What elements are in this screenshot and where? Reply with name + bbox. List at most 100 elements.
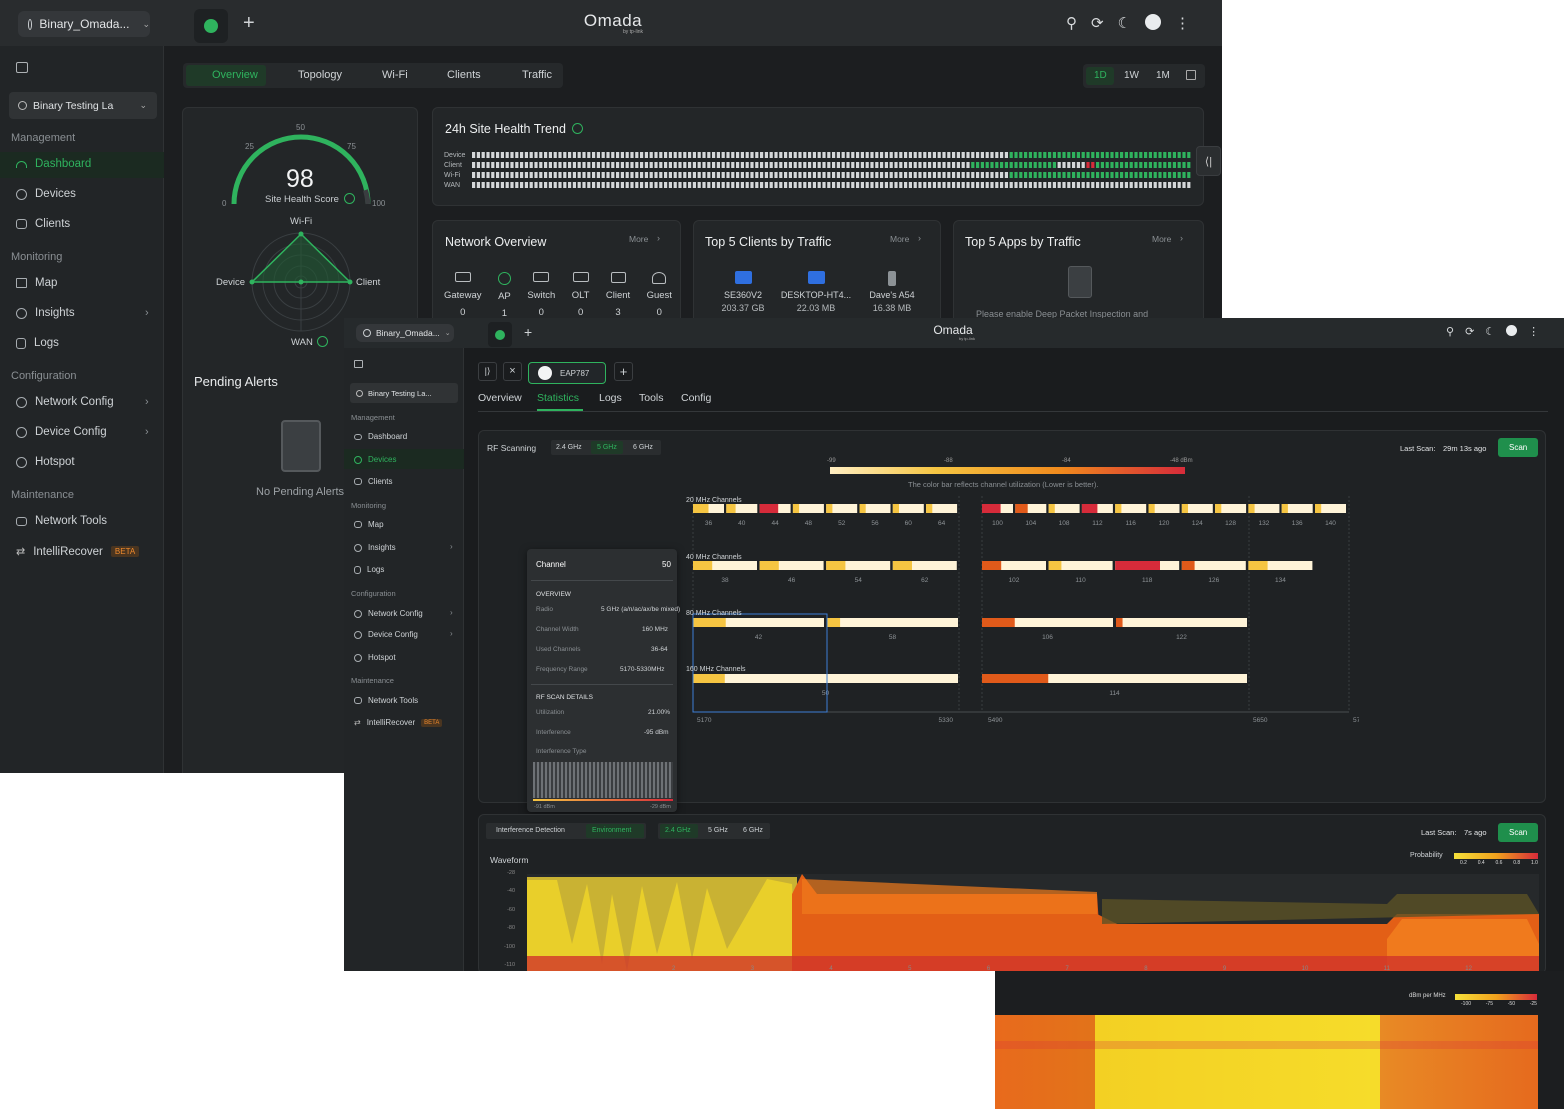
channel-20-44[interactable] xyxy=(759,504,791,513)
channel-20-36[interactable] xyxy=(693,504,724,513)
channel-20-52[interactable] xyxy=(826,504,858,513)
channel-40-62[interactable] xyxy=(892,561,957,570)
site-tab[interactable]: Binary_Omada... ⌄ xyxy=(356,324,454,342)
sidebar-item-logs[interactable]: Logs xyxy=(16,337,59,349)
channel-20-56[interactable] xyxy=(859,504,891,513)
channel-80-122[interactable] xyxy=(1116,618,1247,627)
info-icon[interactable] xyxy=(344,193,355,204)
tab-topology[interactable]: Topology xyxy=(298,69,342,81)
sidebar-item-hotspot[interactable]: Hotspot xyxy=(354,653,396,662)
info-icon[interactable] xyxy=(572,123,583,134)
intf-band-6[interactable]: 6 GHz xyxy=(743,827,763,834)
calendar-icon[interactable] xyxy=(1186,70,1196,80)
more-icon[interactable]: ⋮ xyxy=(1528,325,1539,338)
channel-20-40[interactable] xyxy=(726,504,758,513)
top-client-2[interactable]: DESKTOP-HT4... 22.03 MB xyxy=(778,271,854,313)
overview-switch[interactable]: Switch 0 xyxy=(527,272,555,319)
channel-40-46[interactable] xyxy=(759,561,824,570)
channel-20-104[interactable] xyxy=(1015,504,1047,513)
sidebar-item-dashboard[interactable]: Dashboard xyxy=(354,432,407,441)
more-link[interactable]: More xyxy=(890,234,909,244)
channel-40-38[interactable] xyxy=(693,561,757,570)
channel-20-48[interactable] xyxy=(792,504,824,513)
site-globe-tab[interactable] xyxy=(194,9,228,43)
collapse-sidebar-icon[interactable] xyxy=(354,360,363,368)
overview-client[interactable]: Client 3 xyxy=(606,272,630,319)
channel-20-108[interactable] xyxy=(1048,504,1080,513)
site-tab[interactable]: Binary_Omada... ⌄ xyxy=(18,11,150,37)
sidebar-item-intellirecover[interactable]: ⇄ IntelliRecover BETA xyxy=(354,718,443,727)
channel-40-54[interactable] xyxy=(826,561,891,570)
channel-40-102[interactable] xyxy=(982,561,1046,570)
add-tab-button[interactable]: + xyxy=(243,12,255,35)
theme-moon-icon[interactable]: ☾ xyxy=(1118,14,1131,32)
range-1m[interactable]: 1M xyxy=(1156,70,1170,81)
channel-80-42[interactable] xyxy=(693,618,824,627)
site-select[interactable]: Binary Testing La... xyxy=(350,383,458,403)
avatar[interactable] xyxy=(1145,14,1162,30)
close-icon[interactable]: × xyxy=(503,362,522,381)
sidebar-item-network-config[interactable]: Network Config xyxy=(16,396,114,408)
channel-20-128[interactable] xyxy=(1215,504,1247,513)
sidebar-item-dashboard-row[interactable]: Dashboard xyxy=(16,158,91,170)
overview-olt[interactable]: OLT 0 xyxy=(572,272,589,319)
sidebar-item-clients[interactable]: Clients xyxy=(16,218,70,230)
add-tab-button[interactable]: + xyxy=(524,324,532,340)
channel-80-58[interactable] xyxy=(827,618,958,627)
sidebar-item-insights[interactable]: Insights xyxy=(16,307,75,319)
channel-20-124[interactable] xyxy=(1181,504,1213,513)
band-6[interactable]: 6 GHz xyxy=(633,444,653,451)
subtab-tools[interactable]: Tools xyxy=(639,392,664,404)
search-icon[interactable]: ⚲ xyxy=(1446,325,1454,338)
range-1w[interactable]: 1W xyxy=(1124,70,1139,81)
channel-20-64[interactable] xyxy=(926,504,958,513)
add-device-tab-button[interactable]: + xyxy=(614,362,633,381)
top-client-1[interactable]: SE360V2 203.37 GB xyxy=(718,271,768,313)
overview-gateway[interactable]: Gateway 0 xyxy=(444,272,482,319)
tab-traffic[interactable]: Traffic xyxy=(522,69,552,81)
channel-20-112[interactable] xyxy=(1081,504,1113,513)
sidebar-item-device-config[interactable]: Device Config xyxy=(354,630,418,639)
sidebar-item-network-tools[interactable]: Network Tools xyxy=(354,696,418,705)
sidebar-item-intellirecover[interactable]: ⇄ IntelliRecover BETA xyxy=(16,545,140,558)
sidebar-item-network-config[interactable]: Network Config xyxy=(354,609,423,618)
info-icon[interactable] xyxy=(317,336,328,347)
refresh-icon[interactable]: ⟳ xyxy=(1465,325,1474,338)
collapse-sidebar-icon[interactable] xyxy=(16,62,28,73)
channel-40-118[interactable] xyxy=(1115,561,1180,570)
subtab-overview[interactable]: Overview xyxy=(478,392,522,404)
theme-moon-icon[interactable]: ☾ xyxy=(1485,325,1495,338)
channel-80-106[interactable] xyxy=(982,618,1113,627)
channel-20-100[interactable] xyxy=(982,504,1013,513)
sidebar-item-network-tools[interactable]: Network Tools xyxy=(16,515,107,527)
sidebar-item-devices-row[interactable]: Devices xyxy=(354,455,396,464)
subtab-config[interactable]: Config xyxy=(681,392,711,404)
sidebar-item-clients[interactable]: Clients xyxy=(354,477,392,486)
search-icon[interactable]: ⚲ xyxy=(1066,14,1077,32)
collapse-panel-button[interactable]: ⟨| xyxy=(1196,146,1221,176)
subtab-statistics[interactable]: Statistics xyxy=(537,392,579,404)
sidebar-item-logs[interactable]: Logs xyxy=(354,565,384,574)
sidebar-item-hotspot[interactable]: Hotspot xyxy=(16,456,75,468)
more-icon[interactable]: ⋮ xyxy=(1175,14,1190,32)
channel-20-120[interactable] xyxy=(1148,504,1180,513)
band-24[interactable]: 2.4 GHz xyxy=(556,444,582,451)
site-select[interactable]: Binary Testing La ⌄ xyxy=(9,92,157,119)
sidebar-item-devices[interactable]: Devices xyxy=(16,188,76,200)
tab-wifi[interactable]: Wi-Fi xyxy=(382,69,408,81)
overview-guest[interactable]: Guest 0 xyxy=(647,272,672,319)
subtab-logs[interactable]: Logs xyxy=(599,392,622,404)
sidebar-item-map[interactable]: Map xyxy=(354,520,384,529)
channel-20-140[interactable] xyxy=(1315,504,1346,513)
site-globe-tab[interactable] xyxy=(488,322,512,347)
top-client-3[interactable]: Dave's A54 16.38 MB xyxy=(862,271,922,313)
overview-ap[interactable]: AP 1 xyxy=(497,272,511,319)
channel-20-116[interactable] xyxy=(1115,504,1147,513)
intf-band-5[interactable]: 5 GHz xyxy=(708,827,728,834)
channel-20-60[interactable] xyxy=(892,504,924,513)
tab-interference-detection[interactable]: Interference Detection xyxy=(496,827,565,834)
more-link[interactable]: More xyxy=(629,234,648,244)
sidebar-item-device-config[interactable]: Device Config xyxy=(16,426,107,438)
channel-40-110[interactable] xyxy=(1048,561,1113,570)
channel-160-50[interactable] xyxy=(693,674,958,683)
